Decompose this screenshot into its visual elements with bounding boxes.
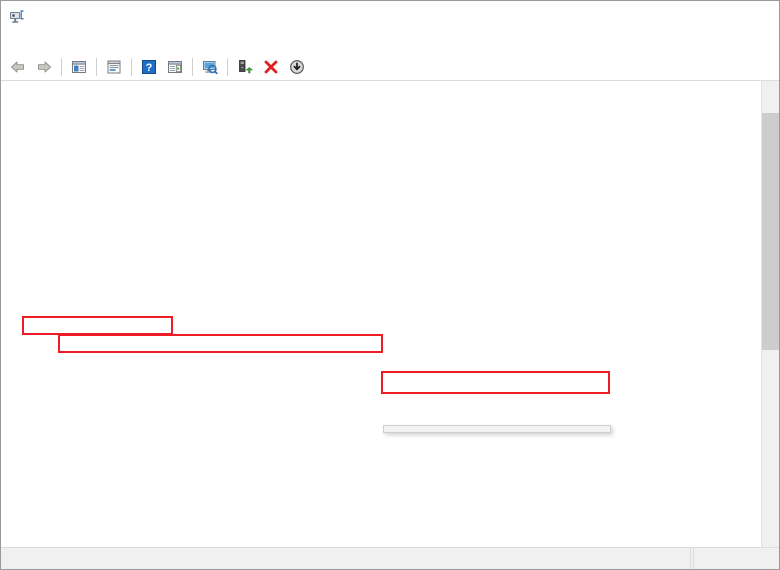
toolbar-separator xyxy=(61,58,62,76)
forward-arrow-icon[interactable] xyxy=(31,55,57,78)
device-manager-icon xyxy=(9,8,25,24)
toolbar-separator xyxy=(131,58,132,76)
device-tree[interactable] xyxy=(1,81,762,551)
update-driver-icon[interactable] xyxy=(232,55,258,78)
help-icon[interactable]: ? xyxy=(136,55,162,78)
window-controls xyxy=(644,1,779,31)
scroll-up-arrow-icon[interactable] xyxy=(762,81,779,98)
status-grip xyxy=(690,548,779,569)
svg-text:?: ? xyxy=(146,62,153,74)
toolbar-separator xyxy=(96,58,97,76)
back-arrow-icon[interactable] xyxy=(5,55,31,78)
minimize-button[interactable] xyxy=(644,1,689,31)
uninstall-device-icon[interactable] xyxy=(258,55,284,78)
context-menu xyxy=(383,425,611,433)
close-button[interactable] xyxy=(734,1,779,31)
action-pane-icon[interactable] xyxy=(162,55,188,78)
device-tree-pane xyxy=(1,81,779,551)
show-hide-console-tree-icon[interactable] xyxy=(66,55,92,78)
scrollbar-thumb[interactable] xyxy=(762,113,779,350)
scan-hardware-changes-icon[interactable] xyxy=(197,55,223,78)
disable-device-icon[interactable] xyxy=(284,55,310,78)
title-bar xyxy=(1,1,779,31)
menu-bar xyxy=(1,31,779,53)
device-manager-window: ? xyxy=(0,0,780,570)
maximize-button[interactable] xyxy=(689,1,734,31)
toolbar-separator xyxy=(192,58,193,76)
status-bar xyxy=(1,547,779,569)
vertical-scrollbar[interactable] xyxy=(761,81,779,551)
properties-icon[interactable] xyxy=(101,55,127,78)
toolbar-separator xyxy=(227,58,228,76)
toolbar: ? xyxy=(1,53,779,81)
